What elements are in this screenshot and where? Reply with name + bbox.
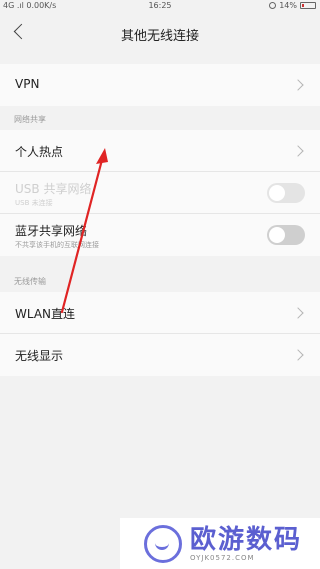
bluetooth-tethering-subtitle: 不共享该手机的互联网连接 <box>15 241 99 249</box>
vpn-group: VPN <box>0 64 320 106</box>
hotspot-label: 个人热点 <box>15 145 64 159</box>
wlan-direct-label: WLAN直连 <box>15 307 76 321</box>
watermark-brand: 欧游数码 <box>190 524 303 555</box>
bluetooth-tethering-item[interactable]: 蓝牙共享网络 不共享该手机的互联网连接 <box>0 214 320 256</box>
usb-tethering-toggle <box>267 183 305 203</box>
nav-bar: 其他无线连接 <box>0 12 320 57</box>
section-header-wireless-transfer: 无线传输 <box>14 277 46 286</box>
usb-tethering-subtitle: USB 未连接 <box>15 199 53 207</box>
page-title: 其他无线连接 <box>120 29 199 44</box>
smile-logo-icon <box>144 524 182 563</box>
hotspot-item[interactable]: 个人热点 <box>0 130 320 172</box>
watermark-url: OYJK0572.COM <box>190 553 255 562</box>
battery-percent: 14% <box>279 1 297 10</box>
alarm-icon <box>269 2 277 9</box>
network-sharing-group: 个人热点 USB 共享网络 USB 未连接 蓝牙共享网络 不共享该手机的互联网连… <box>0 130 320 256</box>
chevron-right-icon <box>292 145 304 157</box>
watermark: 欧游数码 OYJK0572.COM <box>120 518 320 569</box>
chevron-right-icon <box>292 307 304 319</box>
vpn-item[interactable]: VPN <box>0 64 320 106</box>
wlan-direct-item[interactable]: WLAN直连 <box>0 292 320 334</box>
wireless-transfer-group: WLAN直连 无线显示 <box>0 292 320 376</box>
chevron-right-icon <box>292 349 304 361</box>
vpn-label: VPN <box>15 77 40 91</box>
battery-icon <box>300 2 316 9</box>
wireless-display-label: 无线显示 <box>15 349 64 363</box>
status-bar: 4G .ıl 0.00K/s 16:25 14% <box>0 0 320 12</box>
bluetooth-tethering-label: 蓝牙共享网络 <box>15 224 88 238</box>
chevron-right-icon <box>292 79 304 91</box>
usb-tethering-item: USB 共享网络 USB 未连接 <box>0 172 320 214</box>
bluetooth-tethering-toggle[interactable] <box>267 225 305 245</box>
section-header-network-sharing: 网络共享 <box>14 115 46 124</box>
usb-tethering-label: USB 共享网络 <box>15 182 92 196</box>
status-icons: 14% <box>269 1 316 10</box>
wireless-display-item[interactable]: 无线显示 <box>0 334 320 376</box>
